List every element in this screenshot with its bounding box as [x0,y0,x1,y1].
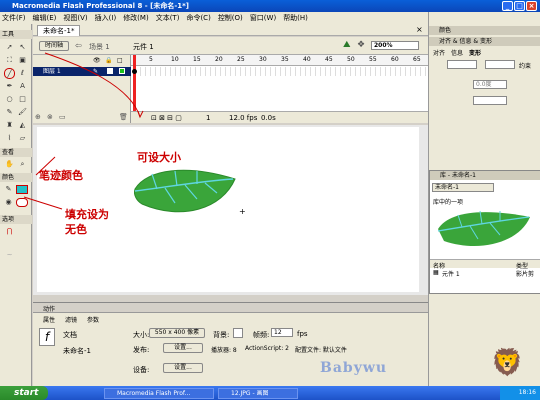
publish-label: 发布: [133,346,150,354]
actions-bar[interactable]: 动作 [33,302,428,313]
menu-help[interactable]: 帮助(H) [283,13,308,23]
frame-number: 65 [413,56,421,63]
tools-title: 工具 [0,30,32,39]
fps-readout: 12.0 fps [229,114,258,122]
library-header-row: 名称 类型 [430,259,540,270]
annotation-arrows [23,52,144,210]
watermark: Babywu [320,360,388,376]
tab-info[interactable]: 信息 [451,48,463,57]
doc-name: 未命名-1 [63,347,91,355]
document-tab[interactable]: 未命名-1* [37,25,81,36]
device-label: 设备: [133,366,150,374]
player-version: 播放器: 8 [211,347,237,354]
tab-align[interactable]: 对齐 [433,48,445,57]
tab-properties[interactable]: 属性 [43,315,55,324]
stage-area: + 可设大小 笔迹颜色 填充设为无色 [23,52,428,295]
item-name: 元件 1 [442,271,460,278]
title-bar: Macromedia Flash Professional 8 - [未命名-1… [0,0,540,12]
menu-modify[interactable]: 修改(M) [123,13,149,23]
maximize-button[interactable]: □ [514,1,525,11]
taskbar-flash[interactable]: Macromedia Flash Prof... [104,388,214,399]
frame-number: 20 [215,56,223,63]
frame-number: 55 [369,56,377,63]
constrain-label[interactable]: 约束 [519,61,531,70]
bg-color-swatch[interactable] [233,328,243,338]
fps-unit: fps [297,330,308,338]
taskbar: start Macromedia Flash Prof... 12.JPG - … [0,386,540,400]
profile-label: 配置文件: 默认文件 [295,347,347,354]
tab-transform[interactable]: 变形 [469,48,481,57]
library-panel: 库 - 未命名-1 未命名-1 库中的一项 名称 类型 ▦ 元件 1 影片剪 [429,170,540,294]
library-doc-select[interactable]: 未命名-1 [432,183,494,192]
actionscript-version: ActionScript: 2 [245,345,289,352]
frame-number: 60 [391,56,399,63]
size-label: 大小: [133,331,150,339]
rotate-input[interactable]: 0.0度 [473,80,507,89]
current-frame: 1 [206,114,211,122]
frame-number: 35 [281,56,289,63]
edit-symbol-icon[interactable]: ❖ [357,40,365,50]
edit-scene-icon[interactable]: ⛰ [343,40,351,50]
close-doc-icon[interactable]: × [416,25,423,34]
menu-window[interactable]: 窗口(W) [250,13,276,23]
frame-number: 50 [347,56,355,63]
close-button[interactable]: × [526,1,537,11]
color-panel-head[interactable]: 颜色 [429,26,540,35]
frame-number: 30 [259,56,267,63]
lion-mascot: 🦁 [491,348,524,378]
menu-control[interactable]: 控制(O) [218,13,243,23]
fps-label: 帧频: [253,331,270,339]
movieclip-icon: ▦ [433,269,439,276]
registration-cross-icon: + [239,207,246,216]
zoom-select[interactable]: 200% [371,41,419,50]
fps-input[interactable]: 12 [271,328,293,337]
width-input[interactable] [447,60,477,69]
document-icon: f [39,328,55,346]
align-panel-head[interactable]: 对齐 & 信息 & 变形 [429,37,540,46]
start-button[interactable]: start [0,386,48,400]
menu-insert[interactable]: 插入(I) [95,13,117,23]
item-type: 影片剪 [516,271,535,278]
clock: 18:16 [500,386,540,400]
menu-bar: 文件(F) 编辑(E) 视图(V) 插入(I) 修改(M) 文本(T) 命令(C… [0,12,428,24]
minimize-button[interactable]: _ [502,1,513,11]
frame-number: 40 [303,56,311,63]
skew-input[interactable] [473,96,507,105]
document-tab-bar: 未命名-1* × [33,24,428,36]
menu-text[interactable]: 文本(T) [156,13,180,23]
publish-settings-button[interactable]: 设置... [163,343,203,353]
right-panel-dock: 颜色 对齐 & 信息 & 变形 对齐 信息 变形 约束 0.0度 库 - 未命名… [428,12,540,386]
frame-number: 45 [325,56,333,63]
window-title: Macromedia Flash Professional 8 - [未命名-1… [12,2,189,10]
height-input[interactable] [485,60,515,69]
frame-number: 25 [237,56,245,63]
device-settings-button[interactable]: 设置... [163,363,203,373]
library-preview [437,210,530,247]
tab-filters[interactable]: 滤镜 [65,315,77,324]
taskbar-paint[interactable]: 12.JPG - 画图 [218,388,298,399]
menu-commands[interactable]: 命令(C) [186,13,210,23]
menu-edit[interactable]: 编辑(E) [33,13,57,23]
tab-parameters[interactable]: 参数 [87,315,99,324]
doc-label: 文档 [63,331,77,339]
menu-view[interactable]: 视图(V) [63,13,87,23]
library-head[interactable]: 库 - 未命名-1 [430,171,540,180]
library-item[interactable]: ▦ 元件 1 影片剪 [430,268,540,278]
time-readout: 0.0s [261,114,276,122]
menu-file[interactable]: 文件(F) [2,13,26,23]
bg-label: 背景: [213,331,230,339]
size-button[interactable]: 550 x 400 像素 [149,328,205,338]
smooth-icon[interactable]: ~ [4,250,15,261]
